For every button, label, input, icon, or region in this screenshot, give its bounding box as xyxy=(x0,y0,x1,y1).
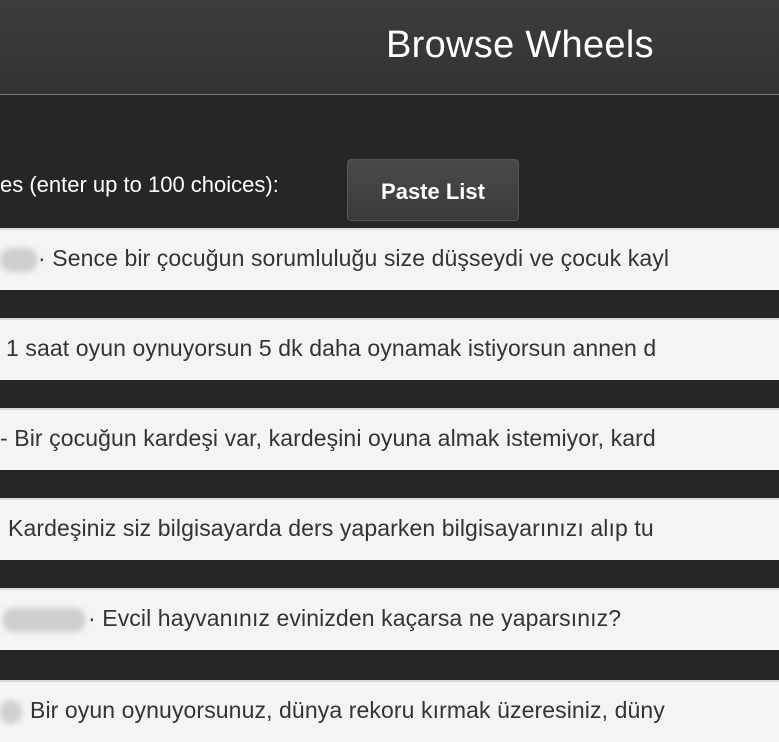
choice-text: · Sence bir çocuğun sorumluluğu size düş… xyxy=(38,245,670,271)
header-bar: Browse Wheels xyxy=(0,0,779,95)
choice-text: Bir oyun oynuyorsunuz, dünya rekoru kırm… xyxy=(30,697,665,723)
redacted-name xyxy=(0,248,38,272)
choice-text: Kardeşiniz siz bilgisayarda ders yaparke… xyxy=(8,515,654,541)
choices-label: es (enter up to 100 choices): xyxy=(0,172,279,197)
choice-input[interactable]: Bir oyun oynuyorsunuz, dünya rekoru kırm… xyxy=(0,680,779,742)
page-title: Browse Wheels xyxy=(386,24,654,66)
choice-input[interactable]: · Evcil hayvanınız evinizden kaçarsa ne … xyxy=(0,588,779,650)
choice-input[interactable]: - Bir çocuğun kardeşi var, kardeşini oyu… xyxy=(0,408,779,470)
choice-input[interactable]: 1 saat oyun oynuyorsun 5 dk daha oynamak… xyxy=(0,318,779,380)
paste-list-button[interactable]: Paste List xyxy=(347,159,519,221)
redacted-name xyxy=(2,608,86,632)
choice-text: 1 saat oyun oynuyorsun 5 dk daha oynamak… xyxy=(6,335,657,361)
choice-input[interactable]: Kardeşiniz siz bilgisayarda ders yaparke… xyxy=(0,498,779,560)
choice-text: · Evcil hayvanınız evinizden kaçarsa ne … xyxy=(88,605,622,631)
redacted-name xyxy=(0,700,22,724)
choice-input[interactable]: · Sence bir çocuğun sorumluluğu size düş… xyxy=(0,228,779,290)
choice-text: - Bir çocuğun kardeşi var, kardeşini oyu… xyxy=(0,425,656,451)
